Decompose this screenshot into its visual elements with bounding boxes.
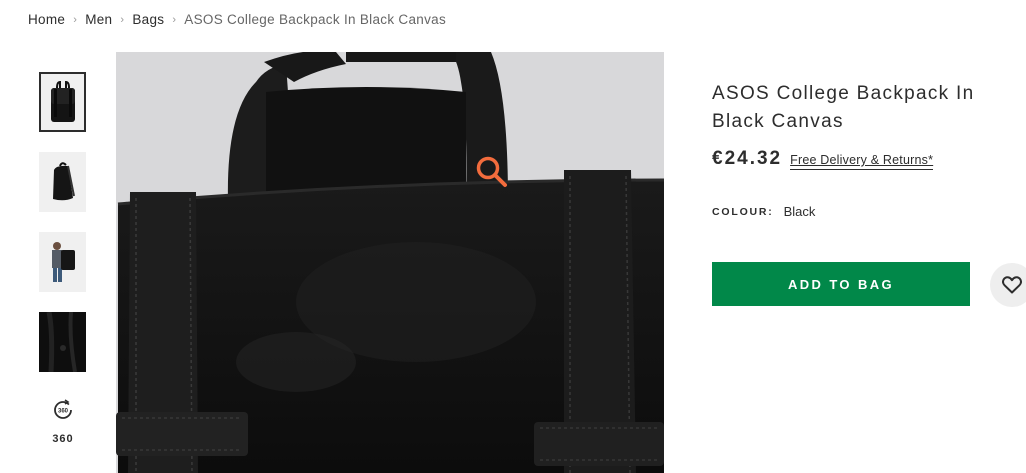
breadcrumb-home[interactable]: Home bbox=[28, 12, 65, 27]
colour-value: Black bbox=[783, 204, 816, 219]
thumbnail-backpack-side[interactable] bbox=[39, 152, 86, 212]
backpack-closeup-image bbox=[39, 312, 86, 372]
backpack-front-image bbox=[50, 80, 75, 122]
add-to-bag-button[interactable]: ADD TO BAG bbox=[712, 262, 970, 306]
breadcrumb-current: ASOS College Backpack In Black Canvas bbox=[184, 12, 447, 27]
backpack-model-image bbox=[51, 242, 75, 282]
magnifier-icon[interactable] bbox=[474, 154, 510, 190]
product-price: €24.32 bbox=[712, 148, 783, 169]
thumbnail-strip bbox=[39, 72, 86, 392]
backpack-main-image bbox=[116, 52, 664, 473]
backpack-side-image bbox=[52, 162, 75, 201]
svg-text:360: 360 bbox=[58, 409, 69, 415]
spin-360-label: 360 bbox=[52, 433, 74, 445]
price-row: €24.32 Free Delivery & Returns* bbox=[712, 148, 1012, 170]
thumbnail-backpack-model[interactable] bbox=[39, 232, 86, 292]
product-info: ASOS College Backpack In Black Canvas €2… bbox=[712, 80, 1012, 219]
breadcrumb-separator: › bbox=[120, 13, 125, 26]
breadcrumb-separator: › bbox=[172, 13, 177, 26]
heart-icon bbox=[1002, 276, 1022, 294]
breadcrumb-bags[interactable]: Bags bbox=[132, 12, 164, 27]
save-for-later-button[interactable] bbox=[990, 263, 1026, 307]
main-product-image[interactable] bbox=[116, 52, 664, 473]
delivery-returns-link[interactable]: Free Delivery & Returns* bbox=[790, 153, 934, 170]
breadcrumb-men[interactable]: Men bbox=[85, 12, 112, 27]
breadcrumb: Home › Men › Bags › ASOS College Backpac… bbox=[28, 12, 446, 27]
thumbnail-backpack-closeup[interactable] bbox=[39, 312, 86, 372]
spin-360-control[interactable]: 360 360 bbox=[43, 398, 83, 445]
breadcrumb-separator: › bbox=[73, 13, 78, 26]
colour-label: COLOUR: bbox=[712, 205, 774, 218]
product-title: ASOS College Backpack In Black Canvas bbox=[712, 83, 975, 132]
thumbnail-backpack-front[interactable] bbox=[39, 72, 86, 132]
rotate-360-icon: 360 bbox=[54, 399, 72, 419]
colour-row: COLOUR: Black bbox=[712, 204, 1012, 219]
